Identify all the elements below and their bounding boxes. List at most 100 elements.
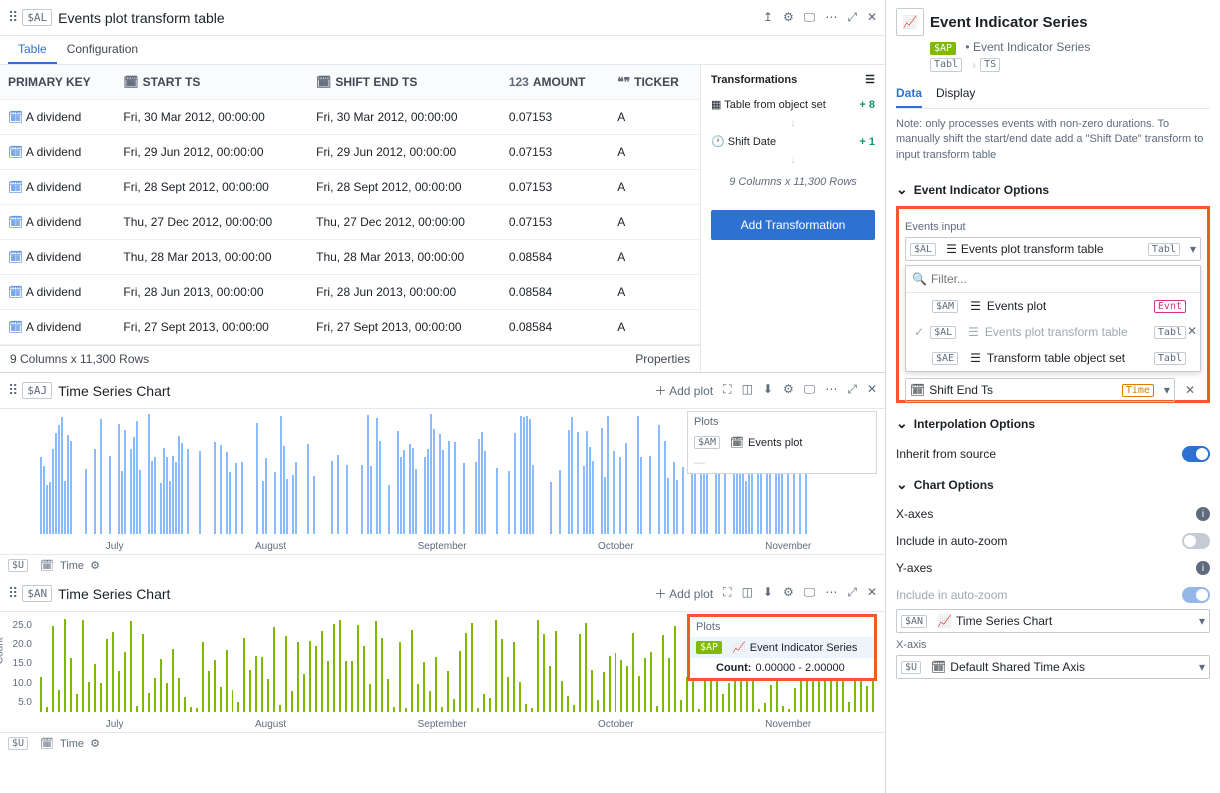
chart-icon: 📈 xyxy=(732,641,746,654)
x-axis: JulyAugustSeptemberOctoberNovember xyxy=(40,541,877,552)
add-transformation-button[interactable]: Add Transformation xyxy=(711,210,875,240)
table-row[interactable]: 🗓 A dividendThu, 28 Mar 2013, 00:00:00Th… xyxy=(0,240,700,275)
table-row[interactable]: 🗓 A dividendThu, 27 Dec 2012, 00:00:00Th… xyxy=(0,205,700,240)
transform-icon: ☰ xyxy=(946,242,957,256)
col-start-ts[interactable]: START TS xyxy=(143,75,201,89)
more-icon[interactable]: ⋯ xyxy=(825,382,837,399)
inherit-toggle[interactable] xyxy=(1182,446,1210,462)
arrow-down-icon: ↓ xyxy=(711,117,875,129)
chevron-down-icon: ▾ xyxy=(1199,660,1205,674)
monitor-icon[interactable]: 🖵 xyxy=(804,585,816,602)
gear-icon[interactable]: ⚙ xyxy=(783,10,794,25)
calendar-icon: 🗓 xyxy=(123,75,138,89)
monitor-icon[interactable]: 🖵 xyxy=(804,10,816,25)
drag-handle-icon[interactable] xyxy=(8,382,22,399)
tab-configuration[interactable]: Configuration xyxy=(57,36,148,64)
info-icon[interactable]: i xyxy=(1196,507,1210,521)
section-chart-options[interactable]: Chart Options xyxy=(896,468,1210,501)
data-table: PRIMARY KEY 🗓START TS 🗓SHIFT END TS 123A… xyxy=(0,65,700,372)
gear-icon[interactable]: ⚙ xyxy=(783,585,794,602)
close-icon[interactable]: ✕ xyxy=(867,382,877,399)
more-icon[interactable]: ⋯ xyxy=(825,10,837,25)
filter-input[interactable] xyxy=(931,272,1194,286)
close-icon[interactable]: ✕ xyxy=(867,10,877,25)
transform-item[interactable]: 🕐 Shift Date + 1 xyxy=(711,129,875,154)
yaxes-label: Y-axes xyxy=(896,561,932,575)
gear-icon[interactable]: ⚙ xyxy=(90,559,100,572)
table-panel: $AL Events plot transform table ↥ ⚙ 🖵 ⋯ … xyxy=(0,0,885,373)
chart-panel-1: $AJ Time Series Chart ＋ Add plot ⛶ ◫ ⬇ ⚙… xyxy=(0,373,885,576)
expand-icon[interactable]: ⤢ xyxy=(847,585,857,602)
chevron-down-icon: ▾ xyxy=(1190,242,1196,256)
x-auto-zoom-toggle[interactable] xyxy=(1182,533,1210,549)
more-icon[interactable]: ⋯ xyxy=(825,585,837,602)
table-row[interactable]: 🗓 A dividendFri, 30 Mar 2012, 00:00:00Fr… xyxy=(0,100,700,135)
note-text: Note: only processes events with non-zer… xyxy=(896,117,1210,163)
legend-item[interactable]: $AP 📈 Event Indicator Series xyxy=(690,637,874,658)
table-row[interactable]: 🗓 A dividendFri, 28 Sept 2012, 00:00:00F… xyxy=(0,170,700,205)
section-event-indicator-options[interactable]: Event Indicator Options xyxy=(896,173,1210,206)
chart-icon: 📈 xyxy=(937,614,952,628)
legend-item[interactable]: $AM 🗓 Events plot xyxy=(688,432,876,453)
legend-box: Plots $AM 🗓 Events plot — xyxy=(687,411,877,474)
axis-tag: $U xyxy=(8,737,28,750)
dropdown-item[interactable]: $AE☰Transform table object setTabl xyxy=(906,345,1200,371)
expand-icon[interactable]: ⤢ xyxy=(847,10,857,25)
table-row[interactable]: 🗓 A dividendFri, 28 Jun 2013, 00:00:00Fr… xyxy=(0,275,700,310)
col-amount[interactable]: AMOUNT xyxy=(533,75,586,89)
calendar-icon: 🗓 xyxy=(40,737,54,750)
download-icon[interactable]: ⬇ xyxy=(763,585,773,602)
section-interpolation-options[interactable]: Interpolation Options xyxy=(896,407,1210,440)
fit-icon[interactable]: ⛶ xyxy=(723,585,731,602)
col-ticker[interactable]: TICKER xyxy=(634,75,679,89)
download-icon[interactable]: ⬇ xyxy=(763,382,773,399)
table-row[interactable]: 🗓 A dividendFri, 29 Jun 2012, 00:00:00Fr… xyxy=(0,135,700,170)
calendar-icon: 🗓 xyxy=(931,660,946,674)
tab-table[interactable]: Table xyxy=(8,36,57,64)
chevron-down-icon xyxy=(896,181,908,198)
events-input-picker[interactable]: $AL ☰ Events plot transform table Tabl ▾ xyxy=(905,237,1201,261)
add-plot-button[interactable]: ＋ Add plot xyxy=(654,382,713,399)
col-shift-end-ts[interactable]: SHIFT END TS xyxy=(335,75,417,89)
tab-display[interactable]: Display xyxy=(936,80,975,108)
calendar-icon: 🗓 xyxy=(730,436,744,449)
properties-link[interactable]: Properties xyxy=(635,352,690,366)
drag-handle-icon[interactable] xyxy=(8,585,22,602)
breadcrumb: Tabl› TS xyxy=(930,58,1210,72)
y-axis-ticks: 25.020.015.010.05.0 xyxy=(6,616,32,712)
panel-icon[interactable]: ◫ xyxy=(742,382,753,399)
y-auto-zoom-toggle[interactable] xyxy=(1182,587,1210,603)
axis-chart-picker[interactable]: $AN 📈 Time Series Chart ▾ xyxy=(896,609,1210,633)
export-icon[interactable]: ↥ xyxy=(763,10,773,25)
default-axis-picker[interactable]: $U 🗓 Default Shared Time Axis ▾ xyxy=(896,655,1210,679)
shift-end-picker[interactable]: 🗓 Shift End Ts Time ▾ xyxy=(905,378,1175,402)
table-row[interactable]: 🗓 A dividendFri, 27 Sept 2013, 00:00:00F… xyxy=(0,310,700,345)
list-icon[interactable]: ☰ xyxy=(865,73,875,86)
panel-title: Time Series Chart xyxy=(58,586,654,602)
transformations-panel: Transformations ☰ ▦ Table from object se… xyxy=(700,65,885,372)
transform-item[interactable]: ▦ Table from object set + 8 xyxy=(711,92,875,117)
dropdown-item[interactable]: $AM☰Events plotEvnt xyxy=(906,293,1200,319)
info-icon[interactable]: i xyxy=(1196,561,1210,575)
fit-icon[interactable]: ⛶ xyxy=(723,382,731,399)
monitor-icon[interactable]: 🖵 xyxy=(804,382,816,399)
panel-icon[interactable]: ◫ xyxy=(742,585,753,602)
inspector-title: Event Indicator Series xyxy=(930,14,1088,31)
events-input-highlighted: Events input $AL ☰ Events plot transform… xyxy=(896,206,1210,403)
add-plot-button[interactable]: ＋ Add plot xyxy=(654,585,713,602)
close-icon[interactable]: ✕ xyxy=(867,585,877,602)
chart-icon: 📈 xyxy=(896,8,924,36)
filter-input-wrapper: 🔍 xyxy=(906,266,1200,293)
remove-icon[interactable]: ✕ xyxy=(1181,324,1203,338)
drag-handle-icon[interactable] xyxy=(8,9,22,26)
expand-icon[interactable]: ⤢ xyxy=(847,382,857,399)
gear-icon[interactable]: ⚙ xyxy=(90,737,100,750)
panel-tag: $AL xyxy=(22,9,52,26)
chevron-down-icon xyxy=(896,476,908,493)
remove-icon[interactable]: ✕ xyxy=(1179,383,1201,397)
text-icon: ❝❞ xyxy=(617,75,630,89)
tab-data[interactable]: Data xyxy=(896,80,922,108)
chevron-down-icon: ▾ xyxy=(1199,614,1205,628)
gear-icon[interactable]: ⚙ xyxy=(783,382,794,399)
col-primary-key[interactable]: PRIMARY KEY xyxy=(8,75,91,89)
